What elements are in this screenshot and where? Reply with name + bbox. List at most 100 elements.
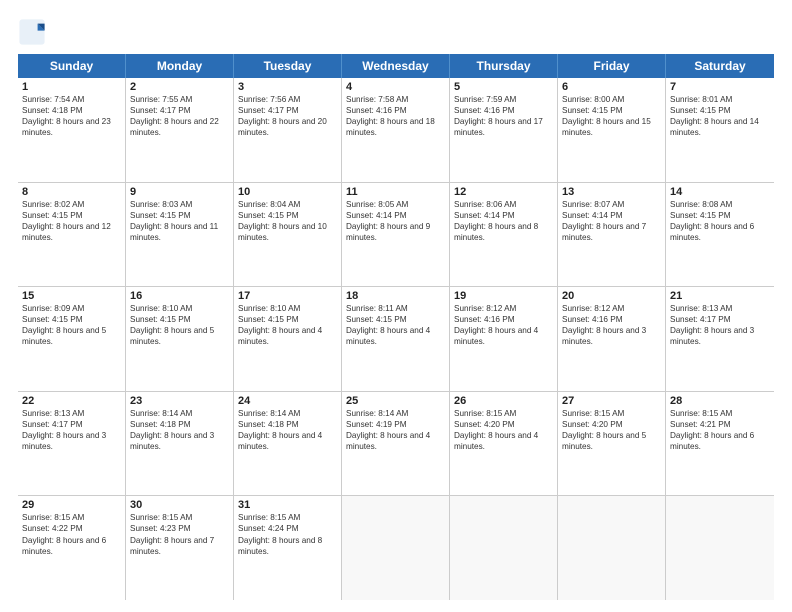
col-thursday: Thursday xyxy=(450,54,558,78)
empty-cell xyxy=(558,496,666,600)
sunset: Sunset: 4:16 PM xyxy=(346,105,445,116)
day-cell-1: 1 Sunrise: 7:54 AM Sunset: 4:18 PM Dayli… xyxy=(18,78,126,182)
sunrise: Sunrise: 7:56 AM xyxy=(238,94,337,105)
day-cell-28: 28 Sunrise: 8:15 AM Sunset: 4:21 PM Dayl… xyxy=(666,392,774,496)
sunset: Sunset: 4:15 PM xyxy=(346,314,445,325)
day-cell-25: 25 Sunrise: 8:14 AM Sunset: 4:19 PM Dayl… xyxy=(342,392,450,496)
sunrise: Sunrise: 8:15 AM xyxy=(562,408,661,419)
day-cell-15: 15 Sunrise: 8:09 AM Sunset: 4:15 PM Dayl… xyxy=(18,287,126,391)
day-number: 17 xyxy=(238,290,337,302)
daylight: Daylight: 8 hours and 10 minutes. xyxy=(238,221,337,243)
sunrise: Sunrise: 8:14 AM xyxy=(346,408,445,419)
col-wednesday: Wednesday xyxy=(342,54,450,78)
daylight: Daylight: 8 hours and 5 minutes. xyxy=(562,430,661,452)
daylight: Daylight: 8 hours and 4 minutes. xyxy=(346,430,445,452)
day-cell-12: 12 Sunrise: 8:06 AM Sunset: 4:14 PM Dayl… xyxy=(450,183,558,287)
day-cell-26: 26 Sunrise: 8:15 AM Sunset: 4:20 PM Dayl… xyxy=(450,392,558,496)
daylight: Daylight: 8 hours and 14 minutes. xyxy=(670,116,770,138)
calendar-week-3: 15 Sunrise: 8:09 AM Sunset: 4:15 PM Dayl… xyxy=(18,287,774,392)
sunrise: Sunrise: 8:14 AM xyxy=(130,408,229,419)
sunrise: Sunrise: 8:02 AM xyxy=(22,199,121,210)
day-number: 24 xyxy=(238,395,337,407)
daylight: Daylight: 8 hours and 11 minutes. xyxy=(130,221,229,243)
sunrise: Sunrise: 8:14 AM xyxy=(238,408,337,419)
day-cell-3: 3 Sunrise: 7:56 AM Sunset: 4:17 PM Dayli… xyxy=(234,78,342,182)
day-number: 14 xyxy=(670,186,770,198)
sunrise: Sunrise: 8:07 AM xyxy=(562,199,661,210)
col-sunday: Sunday xyxy=(18,54,126,78)
day-number: 5 xyxy=(454,81,553,93)
day-cell-8: 8 Sunrise: 8:02 AM Sunset: 4:15 PM Dayli… xyxy=(18,183,126,287)
sunrise: Sunrise: 8:03 AM xyxy=(130,199,229,210)
day-cell-10: 10 Sunrise: 8:04 AM Sunset: 4:15 PM Dayl… xyxy=(234,183,342,287)
sunset: Sunset: 4:21 PM xyxy=(670,419,770,430)
col-monday: Monday xyxy=(126,54,234,78)
daylight: Daylight: 8 hours and 20 minutes. xyxy=(238,116,337,138)
day-cell-4: 4 Sunrise: 7:58 AM Sunset: 4:16 PM Dayli… xyxy=(342,78,450,182)
day-number: 9 xyxy=(130,186,229,198)
day-number: 30 xyxy=(130,499,229,511)
day-cell-14: 14 Sunrise: 8:08 AM Sunset: 4:15 PM Dayl… xyxy=(666,183,774,287)
day-cell-2: 2 Sunrise: 7:55 AM Sunset: 4:17 PM Dayli… xyxy=(126,78,234,182)
sunset: Sunset: 4:15 PM xyxy=(130,210,229,221)
calendar: Sunday Monday Tuesday Wednesday Thursday… xyxy=(18,54,774,600)
day-number: 2 xyxy=(130,81,229,93)
sunrise: Sunrise: 8:10 AM xyxy=(238,303,337,314)
sunset: Sunset: 4:15 PM xyxy=(22,314,121,325)
daylight: Daylight: 8 hours and 8 minutes. xyxy=(454,221,553,243)
day-number: 13 xyxy=(562,186,661,198)
sunset: Sunset: 4:17 PM xyxy=(670,314,770,325)
daylight: Daylight: 8 hours and 3 minutes. xyxy=(670,325,770,347)
sunset: Sunset: 4:15 PM xyxy=(670,105,770,116)
daylight: Daylight: 8 hours and 5 minutes. xyxy=(22,325,121,347)
sunrise: Sunrise: 8:11 AM xyxy=(346,303,445,314)
day-number: 25 xyxy=(346,395,445,407)
day-number: 29 xyxy=(22,499,121,511)
sunrise: Sunrise: 8:15 AM xyxy=(238,512,337,523)
day-cell-22: 22 Sunrise: 8:13 AM Sunset: 4:17 PM Dayl… xyxy=(18,392,126,496)
day-cell-23: 23 Sunrise: 8:14 AM Sunset: 4:18 PM Dayl… xyxy=(126,392,234,496)
empty-cell xyxy=(450,496,558,600)
calendar-week-1: 1 Sunrise: 7:54 AM Sunset: 4:18 PM Dayli… xyxy=(18,78,774,183)
sunset: Sunset: 4:17 PM xyxy=(130,105,229,116)
day-number: 4 xyxy=(346,81,445,93)
day-number: 19 xyxy=(454,290,553,302)
daylight: Daylight: 8 hours and 7 minutes. xyxy=(130,535,229,557)
sunrise: Sunrise: 8:13 AM xyxy=(670,303,770,314)
daylight: Daylight: 8 hours and 4 minutes. xyxy=(238,430,337,452)
daylight: Daylight: 8 hours and 8 minutes. xyxy=(238,535,337,557)
sunset: Sunset: 4:15 PM xyxy=(562,105,661,116)
sunrise: Sunrise: 8:12 AM xyxy=(454,303,553,314)
day-cell-6: 6 Sunrise: 8:00 AM Sunset: 4:15 PM Dayli… xyxy=(558,78,666,182)
sunrise: Sunrise: 8:00 AM xyxy=(562,94,661,105)
sunset: Sunset: 4:18 PM xyxy=(22,105,121,116)
sunrise: Sunrise: 8:06 AM xyxy=(454,199,553,210)
day-number: 23 xyxy=(130,395,229,407)
day-cell-31: 31 Sunrise: 8:15 AM Sunset: 4:24 PM Dayl… xyxy=(234,496,342,600)
calendar-week-4: 22 Sunrise: 8:13 AM Sunset: 4:17 PM Dayl… xyxy=(18,392,774,497)
daylight: Daylight: 8 hours and 22 minutes. xyxy=(130,116,229,138)
sunrise: Sunrise: 8:15 AM xyxy=(454,408,553,419)
sunrise: Sunrise: 8:13 AM xyxy=(22,408,121,419)
header xyxy=(18,18,774,46)
sunrise: Sunrise: 8:15 AM xyxy=(130,512,229,523)
day-number: 18 xyxy=(346,290,445,302)
day-number: 3 xyxy=(238,81,337,93)
daylight: Daylight: 8 hours and 4 minutes. xyxy=(454,430,553,452)
day-cell-13: 13 Sunrise: 8:07 AM Sunset: 4:14 PM Dayl… xyxy=(558,183,666,287)
sunset: Sunset: 4:16 PM xyxy=(454,105,553,116)
col-saturday: Saturday xyxy=(666,54,774,78)
sunrise: Sunrise: 8:15 AM xyxy=(22,512,121,523)
day-number: 31 xyxy=(238,499,337,511)
day-number: 20 xyxy=(562,290,661,302)
sunset: Sunset: 4:22 PM xyxy=(22,523,121,534)
calendar-week-5: 29 Sunrise: 8:15 AM Sunset: 4:22 PM Dayl… xyxy=(18,496,774,600)
day-number: 22 xyxy=(22,395,121,407)
sunset: Sunset: 4:18 PM xyxy=(238,419,337,430)
calendar-header: Sunday Monday Tuesday Wednesday Thursday… xyxy=(18,54,774,78)
day-number: 10 xyxy=(238,186,337,198)
calendar-body: 1 Sunrise: 7:54 AM Sunset: 4:18 PM Dayli… xyxy=(18,78,774,600)
daylight: Daylight: 8 hours and 3 minutes. xyxy=(130,430,229,452)
sunset: Sunset: 4:20 PM xyxy=(562,419,661,430)
day-number: 11 xyxy=(346,186,445,198)
